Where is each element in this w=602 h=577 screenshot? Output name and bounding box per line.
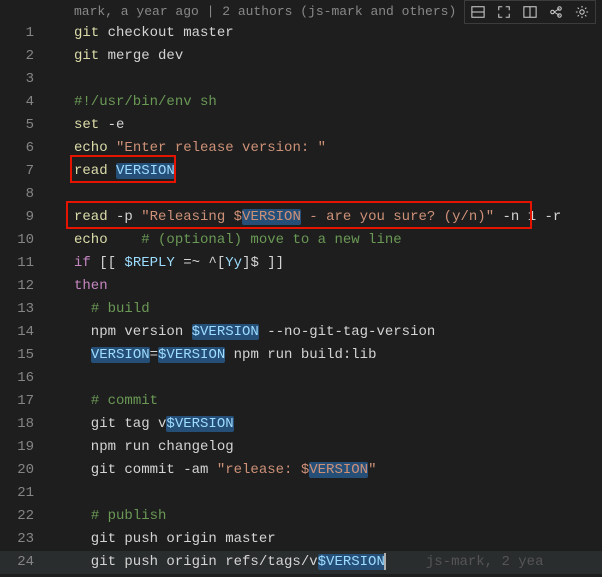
line-number: 18 (0, 413, 48, 436)
line-number: 19 (0, 436, 48, 459)
line-number: 21 (0, 482, 48, 505)
line-number: 17 (0, 390, 48, 413)
code-line: git checkout master (48, 22, 602, 45)
code-line (48, 367, 602, 390)
code-line: git tag v$VERSION (48, 413, 602, 436)
line-number: 6 (0, 137, 48, 160)
line-number: 20 (0, 459, 48, 482)
code-line: npm version $VERSION --no-git-tag-versio… (48, 321, 602, 344)
git-blame-header: mark, a year ago | 2 authors (js-mark an… (74, 0, 456, 23)
code-line: echo # (optional) move to a new line (48, 229, 602, 252)
code-line: VERSION=$VERSION npm run build:lib (48, 344, 602, 367)
code-line: if [[ $REPLY =~ ^[Yy]$ ]] (48, 252, 602, 275)
code-line: git push origin refs/tags/v$VERSIONjs-ma… (48, 551, 602, 574)
split-horizontal-icon[interactable] (469, 3, 487, 21)
code-line: read -p "Releasing $VERSION - are you su… (48, 206, 602, 229)
code-line: read VERSION (48, 160, 602, 183)
line-number: 5 (0, 114, 48, 137)
inline-git-blame: js-mark, 2 yea (386, 554, 544, 570)
share-icon[interactable] (547, 3, 565, 21)
split-vertical-icon[interactable] (521, 3, 539, 21)
line-number: 10 (0, 229, 48, 252)
line-number: 4 (0, 91, 48, 114)
line-number: 7 (0, 160, 48, 183)
line-number: 13 (0, 298, 48, 321)
gear-icon[interactable] (573, 3, 591, 21)
code-line (48, 482, 602, 505)
code-editor[interactable]: 1git checkout master 2git merge dev 3 4#… (0, 22, 602, 577)
code-line: echo "Enter release version: " (48, 137, 602, 160)
line-number: 1 (0, 22, 48, 45)
code-line: # publish (48, 505, 602, 528)
code-line (48, 68, 602, 91)
expand-icon[interactable] (495, 3, 513, 21)
line-number: 15 (0, 344, 48, 367)
line-number: 12 (0, 275, 48, 298)
line-number: 23 (0, 528, 48, 551)
line-number: 22 (0, 505, 48, 528)
code-line: git push origin master (48, 528, 602, 551)
line-number: 3 (0, 68, 48, 91)
code-line: then (48, 275, 602, 298)
line-number: 8 (0, 183, 48, 206)
code-line: git commit -am "release: $VERSION" (48, 459, 602, 482)
line-number: 24 (0, 551, 48, 574)
code-line: git merge dev (48, 45, 602, 68)
line-number: 16 (0, 367, 48, 390)
editor-toolbar (464, 0, 596, 24)
line-number: 2 (0, 45, 48, 68)
code-line: # commit (48, 390, 602, 413)
code-line: npm run changelog (48, 436, 602, 459)
code-line (48, 183, 602, 206)
line-number: 9 (0, 206, 48, 229)
code-line: #!/usr/bin/env sh (48, 91, 602, 114)
line-number: 11 (0, 252, 48, 275)
line-number: 14 (0, 321, 48, 344)
code-line: set -e (48, 114, 602, 137)
code-line: # build (48, 298, 602, 321)
